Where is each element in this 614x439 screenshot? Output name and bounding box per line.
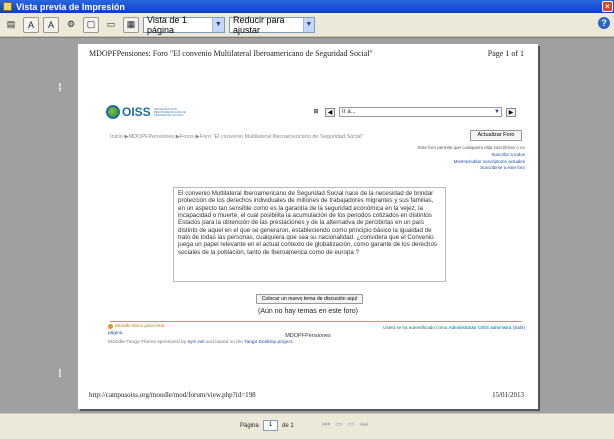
first-page-icon[interactable]: ⏮ [322, 419, 330, 430]
window-title: Vista previa de Impresión [16, 1, 125, 12]
zoom-value: Reducir para ajustar [233, 14, 285, 35]
moodle-docs-label: Moodle Docs para esta [115, 324, 165, 329]
print-preview-window: Vista previa de Impresión × ▤ A A ⚙ ▢ ▭ … [0, 0, 614, 439]
theme-prefix: MoOdle-Tango-Theme sponsored by [108, 340, 188, 345]
forum-description: El convenio Multilateral Iberoamericano … [173, 187, 446, 282]
view-mode-value: Vista de 1 página [147, 14, 187, 35]
logged-in-user-link[interactable]: Administrador OISS administra (Salir) [448, 325, 525, 330]
moodle-docs-icon [108, 324, 113, 329]
page-setup-icon[interactable]: ▢ [83, 16, 99, 33]
subscribe-forum-link[interactable]: Suscribirse a este foro [480, 165, 525, 170]
last-page-icon[interactable]: ⏭ [360, 419, 368, 430]
title-bar: Vista previa de Impresión × [0, 0, 614, 13]
page-label: Página [240, 423, 259, 429]
show-subscribers-link[interactable]: Mostrar/editar suscriptores actuales [454, 159, 525, 164]
next-button[interactable]: ▶ [506, 107, 516, 117]
subscribe-all-link[interactable]: Suscribir a todos [491, 152, 525, 157]
moodle-docs-link[interactable]: Moodle Docs para esta [108, 324, 164, 329]
header-footer-icon[interactable]: ▭ [103, 17, 119, 33]
nav-icon[interactable]: ⊞ [311, 108, 321, 117]
preview-area: ·· ·· ⁞ ⁞ MDOPFPensiones: Foro "El conve… [0, 37, 614, 413]
app-icon [3, 2, 12, 11]
chevron-down-icon: ▼ [302, 17, 314, 32]
font-small-icon[interactable]: A [23, 16, 39, 33]
theme-mid: and based on the [204, 340, 245, 345]
full-width-icon[interactable]: ▦ [123, 16, 139, 33]
jump-to-value: Ir a... [342, 109, 356, 115]
page-navigation-bar: Página 1 de 1 ⏮ ⇦ ⇨ ⏭ [0, 413, 614, 439]
printed-page: MDOPFPensiones: Foro "El convenio Multil… [78, 44, 538, 409]
oiss-logo-icon [106, 105, 120, 119]
margin-marker-icon[interactable]: ⁞ [58, 82, 62, 94]
logo-subtitle: ORGANIZACIÓN IBEROAMERICANA DE SEGURIDAD… [153, 106, 186, 117]
update-forum-button[interactable]: Actualizar Foro [470, 130, 522, 141]
prev-page-icon[interactable]: ⇦ [335, 419, 343, 430]
chevron-down-icon: ▼ [211, 17, 224, 32]
site-name: MDOPFPensiones [285, 333, 331, 339]
margin-marker-icon[interactable]: ⁞ [58, 368, 62, 380]
page-footer-date: 15/01/2013 [492, 391, 524, 399]
toolbar: ▤ A A ⚙ ▢ ▭ ▦ Vista de 1 página ▼ Reduci… [0, 13, 614, 37]
page-count: de 1 [282, 423, 294, 429]
breadcrumb[interactable]: Inicio ▶MDOPFPensiones ▶Foros ▶Foro "El … [110, 134, 364, 140]
print-icon[interactable]: ▤ [3, 17, 19, 33]
theme-link-tango[interactable]: Tango Desktop project. [244, 340, 293, 345]
jump-to-select[interactable]: Ir a... ▼ [339, 107, 502, 117]
close-button[interactable]: × [602, 1, 613, 12]
view-mode-select[interactable]: Vista de 1 página ▼ [143, 14, 225, 35]
page-nav-buttons: ⏮ ⇦ ⇨ ⏭ [322, 419, 368, 430]
prev-button[interactable]: ◀ [325, 107, 335, 117]
page-header-title: MDOPFPensiones: Foro "El convenio Multil… [89, 49, 373, 58]
page-number: Page 1 of 1 [487, 49, 524, 58]
chevron-down-icon: ▼ [494, 109, 500, 115]
logged-in-info: Usted se ha autentificado como Administr… [383, 325, 525, 330]
font-large-icon[interactable]: A [43, 16, 59, 33]
no-topics-message: (Aún no hay temas en este foro) [258, 308, 358, 315]
logo-text: OISS [122, 105, 151, 119]
oiss-logo: OISS ORGANIZACIÓN IBEROAMERICANA DE SEGU… [106, 105, 190, 119]
logged-in-prefix: Usted se ha autentificado como [383, 325, 449, 330]
zoom-select[interactable]: Reducir para ajustar ▼ [229, 14, 315, 35]
next-page-icon[interactable]: ⇨ [348, 419, 356, 430]
navigation-controls: ⊞ ◀ Ir a... ▼ ▶ [311, 107, 516, 117]
page-footer-url: http://campusoiss.org/moodle/mod/forum/v… [89, 391, 256, 399]
footer-divider [110, 321, 522, 322]
theme-link-eym[interactable]: eym.net [187, 340, 204, 345]
page-number-input[interactable]: 1 [263, 420, 278, 431]
new-topic-button[interactable]: Colocar un nuevo tema de discusión aquí [256, 294, 363, 304]
theme-credits: MoOdle-Tango-Theme sponsored by eym.net … [108, 340, 293, 345]
settings-icon[interactable]: ⚙ [63, 17, 79, 33]
help-icon[interactable]: ? [598, 17, 610, 29]
subscribe-info: Este foro permite que cualquiera elija s… [417, 145, 525, 150]
